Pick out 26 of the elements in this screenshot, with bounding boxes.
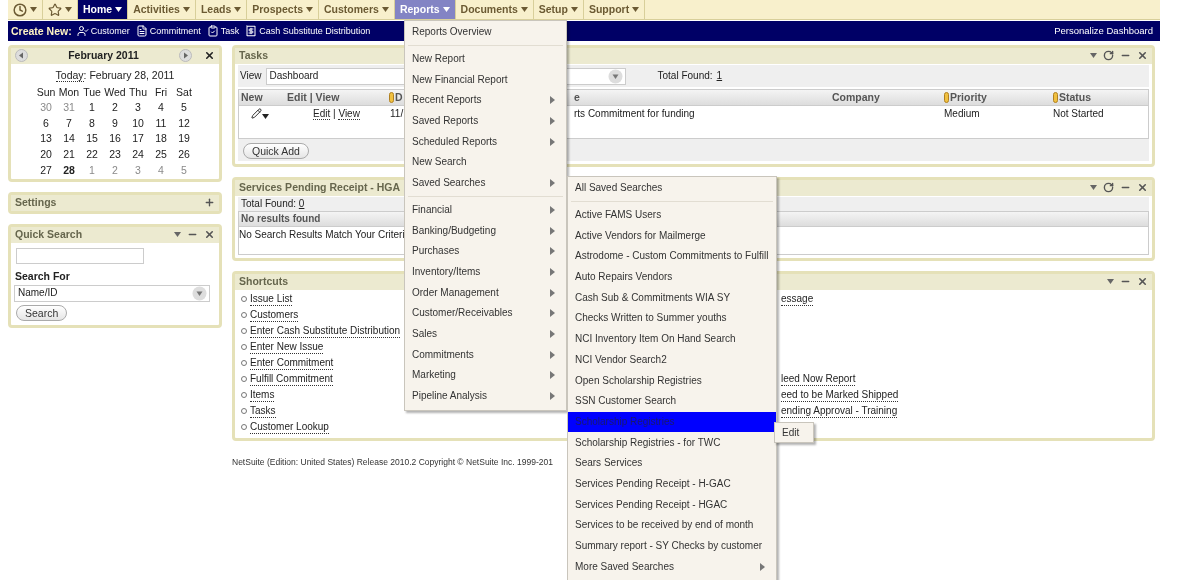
weekday-label: Thu xyxy=(127,85,149,99)
panel-title: Shortcuts xyxy=(239,275,288,288)
table-cell-text: rts Commitment for funding xyxy=(573,107,696,121)
weekday-label: Fri xyxy=(153,85,169,99)
weekday-label: Mon xyxy=(57,85,81,99)
link-divider: | xyxy=(332,108,337,119)
weekday-label: Sun xyxy=(35,85,57,99)
total-found-label: Total Found: xyxy=(241,198,298,209)
table-cell-text: Medium xyxy=(943,107,981,121)
search-for-label: Search For xyxy=(15,270,71,283)
calendar-month-title: February 2011 xyxy=(67,49,140,62)
view-label: View xyxy=(240,70,262,82)
total-found-label: Total Found: xyxy=(657,70,713,82)
today-date: : February 28, 2011 xyxy=(83,69,175,81)
weekday-label: Sat xyxy=(175,85,193,99)
panel-title: Quick Search xyxy=(15,228,83,241)
panel-title: Settings xyxy=(15,196,57,209)
weekday-label: Tue xyxy=(82,85,102,99)
panel-title: Services Pending Receipt - HGA xyxy=(239,181,401,194)
no-results-message: No Search Results Match Your Criteri xyxy=(239,229,405,240)
table-cell-text: 11/ xyxy=(389,107,405,121)
footer-copyright: NetSuite (Edition: United States) Release 2010.2 Copyright © NetSuite Inc. 1999-201 xyxy=(232,457,553,468)
table-cell-text: Not Started xyxy=(1052,107,1105,121)
create-new-label: Create New: xyxy=(11,24,72,38)
weekday-label: Wed xyxy=(103,85,127,99)
panel-title: Tasks xyxy=(239,49,268,62)
